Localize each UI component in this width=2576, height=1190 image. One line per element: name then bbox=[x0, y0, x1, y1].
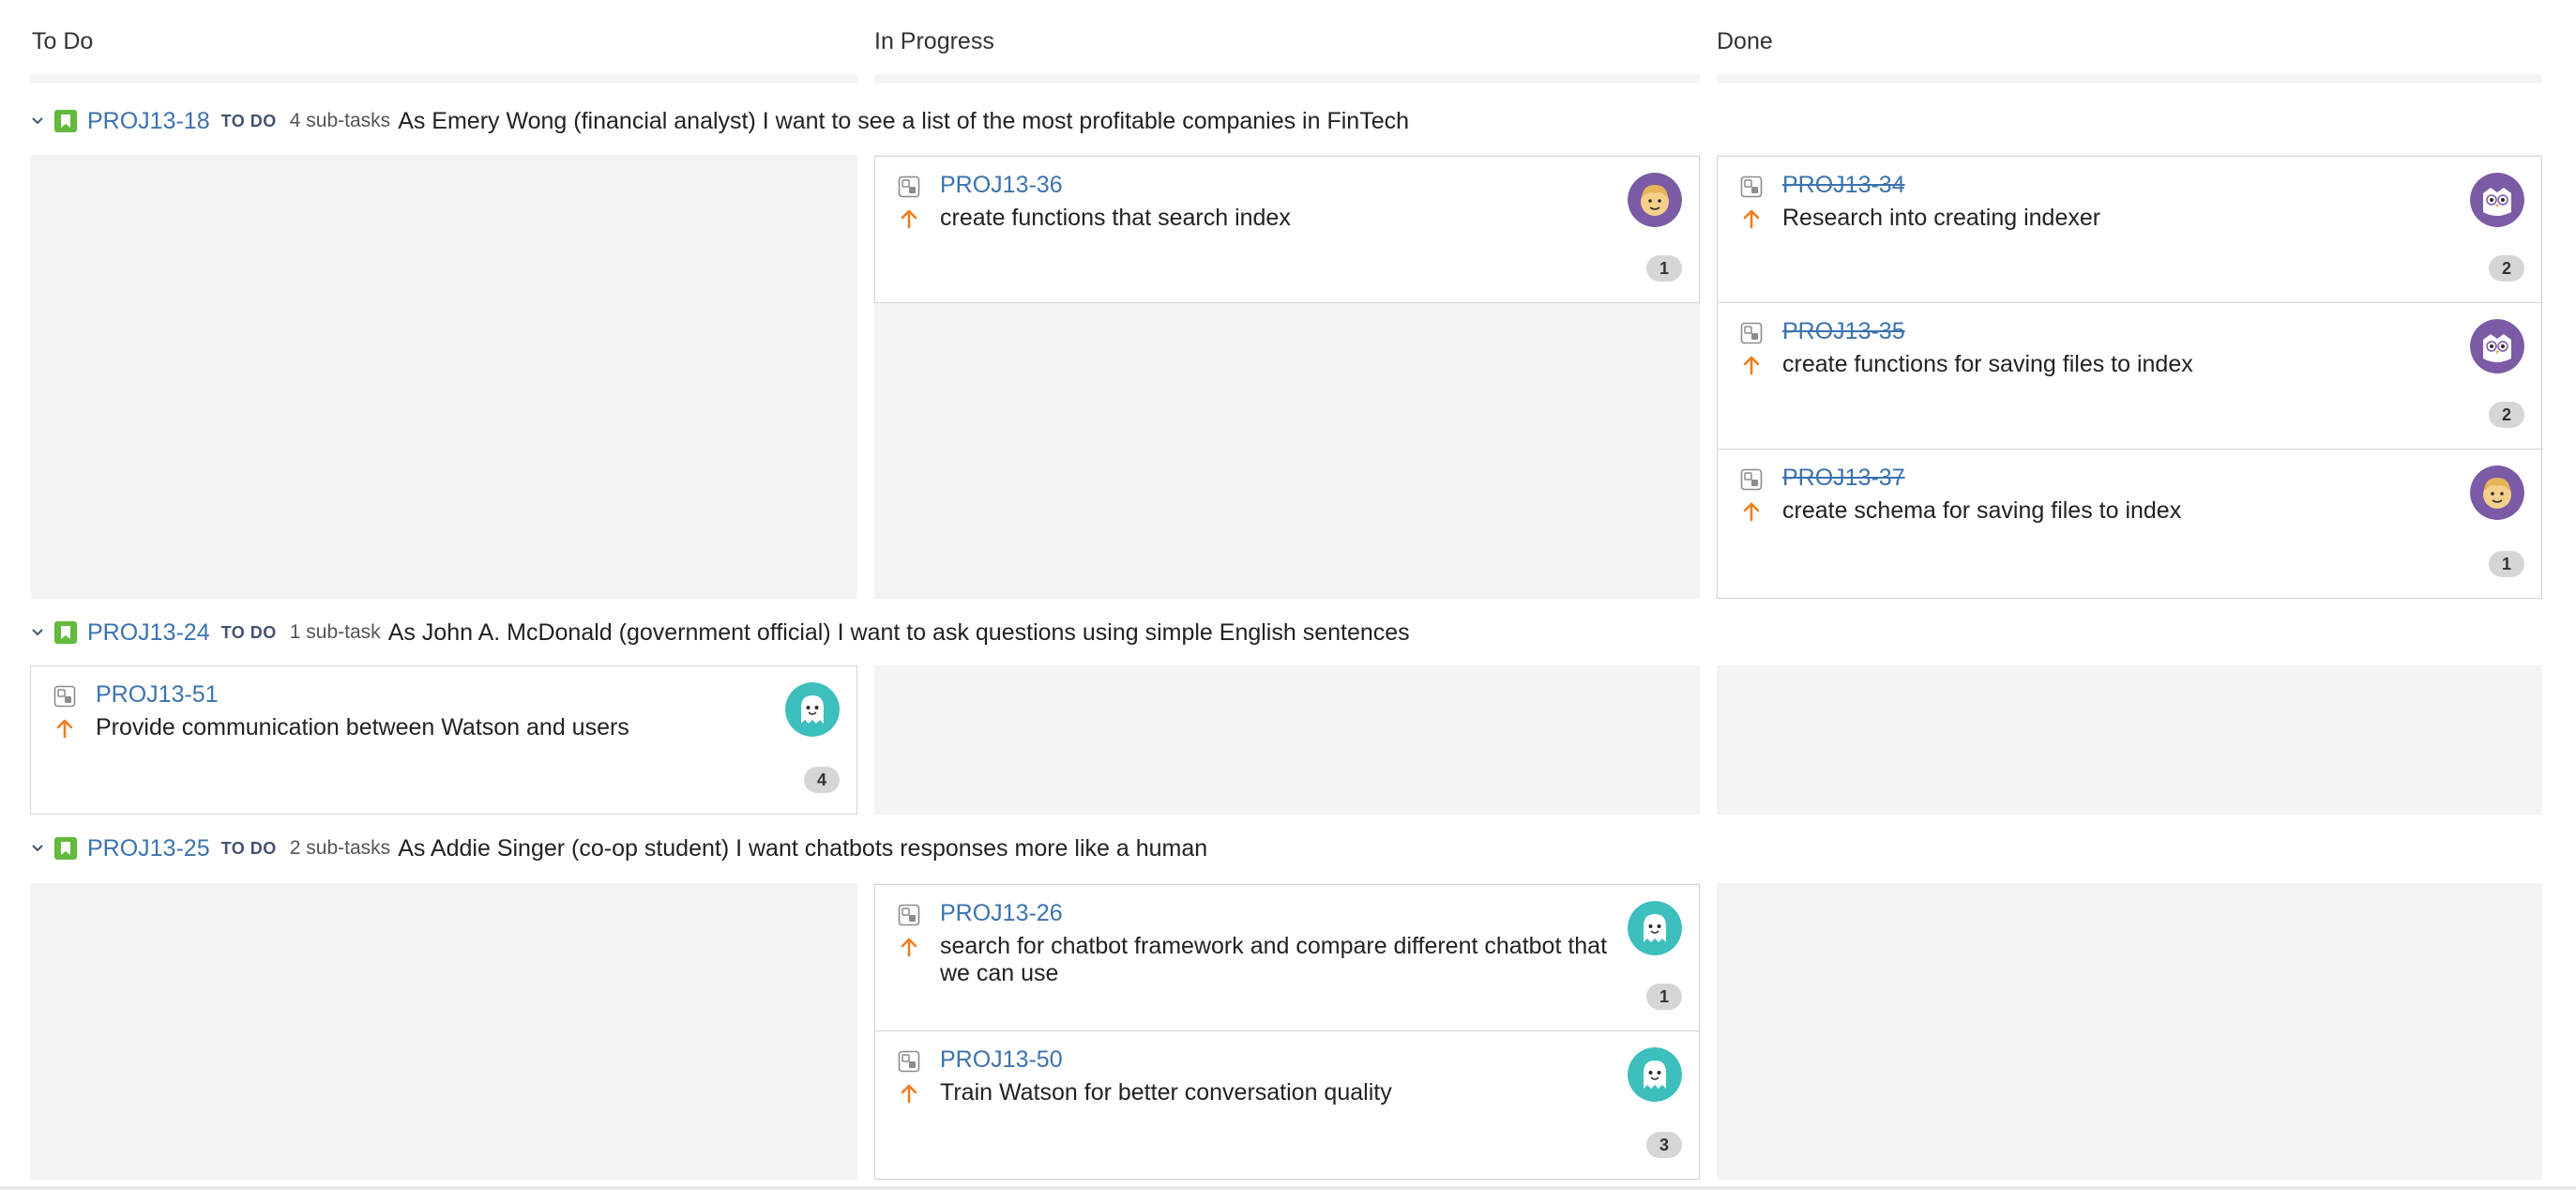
issue-card[interactable]: PROJ13-50 Train Watson for better conver… bbox=[874, 1030, 1700, 1180]
cell-in-progress-empty[interactable] bbox=[874, 665, 1700, 815]
priority-major-icon bbox=[53, 717, 76, 740]
swimlane-summary: As Addie Singer (co-op student) I want c… bbox=[398, 834, 1208, 862]
swimlane-header[interactable]: PROJ13-25 TO DO 2 sub-tasks As Addie Sin… bbox=[30, 830, 1207, 867]
avatar-teal-ghost-icon[interactable] bbox=[785, 682, 840, 737]
avatar-purple-owl-icon[interactable] bbox=[2470, 173, 2524, 227]
chevron-down-icon[interactable] bbox=[30, 114, 45, 129]
issue-card[interactable]: PROJ13-51 Provide communication between … bbox=[30, 665, 857, 815]
subtask-icon bbox=[898, 1050, 920, 1073]
subtask-icon bbox=[1740, 322, 1763, 344]
status-badge: TO DO bbox=[220, 622, 277, 642]
issue-card[interactable]: PROJ13-26 search for chatbot framework a… bbox=[874, 884, 1700, 1031]
subtask-icon bbox=[1740, 468, 1763, 491]
issue-key[interactable]: PROJ13-51 bbox=[96, 681, 219, 709]
issue-summary: create functions that search index bbox=[940, 205, 1291, 231]
subtask-icon bbox=[898, 175, 920, 198]
priority-major-icon bbox=[1740, 207, 1763, 230]
chevron-down-icon[interactable] bbox=[30, 841, 45, 856]
priority-major-icon bbox=[898, 207, 920, 230]
column-divider-done bbox=[1717, 74, 2542, 84]
issue-key[interactable]: PROJ13-35 bbox=[1782, 318, 1905, 345]
subtask-count-badge: 3 bbox=[1646, 1132, 1682, 1158]
issue-key[interactable]: PROJ13-26 bbox=[940, 900, 1063, 927]
issue-summary: search for chatbot framework and compare… bbox=[940, 933, 1608, 986]
subtask-icon bbox=[898, 904, 920, 926]
cell-done-empty[interactable] bbox=[1717, 665, 2542, 815]
issue-summary: Provide communication between Watson and… bbox=[96, 714, 629, 740]
priority-major-icon bbox=[1740, 354, 1763, 376]
issue-key[interactable]: PROJ13-34 bbox=[1782, 172, 1905, 199]
column-divider-in-progress bbox=[874, 74, 1700, 84]
issue-summary: Train Watson for better conversation qua… bbox=[940, 1079, 1392, 1106]
subtask-count-badge: 2 bbox=[2489, 402, 2524, 428]
bottom-border bbox=[0, 1186, 2576, 1190]
column-header-in-progress: In Progress bbox=[874, 28, 994, 54]
subtask-icon bbox=[53, 685, 76, 708]
subtask-count-badge: 1 bbox=[2489, 551, 2524, 577]
issue-key[interactable]: PROJ13-50 bbox=[940, 1046, 1063, 1074]
avatar-teal-ghost-icon[interactable] bbox=[1628, 901, 1682, 955]
priority-major-icon bbox=[1740, 500, 1763, 523]
swimlane-header[interactable]: PROJ13-18 TO DO 4 sub-tasks As Emery Won… bbox=[30, 102, 1409, 140]
cell-done-empty[interactable] bbox=[1717, 883, 2542, 1180]
swimlane-key[interactable]: PROJ13-18 bbox=[87, 108, 210, 135]
priority-major-icon bbox=[898, 936, 920, 958]
subtask-count-badge: 1 bbox=[1646, 255, 1682, 282]
subtask-count-badge: 4 bbox=[804, 767, 840, 793]
subtask-count-badge: 1 bbox=[1646, 984, 1682, 1010]
swimlane-summary: As Emery Wong (financial analyst) I want… bbox=[398, 107, 1409, 134]
swimlane-key[interactable]: PROJ13-25 bbox=[87, 835, 210, 862]
issue-key[interactable]: PROJ13-37 bbox=[1782, 465, 1905, 492]
chevron-down-icon[interactable] bbox=[30, 625, 45, 640]
issue-summary: Research into creating indexer bbox=[1782, 205, 2101, 231]
swimlane-summary: As John A. McDonald (government official… bbox=[387, 618, 1410, 646]
avatar-yellow-face-icon[interactable] bbox=[2470, 465, 2524, 520]
avatar-purple-owl-icon[interactable] bbox=[2470, 319, 2524, 374]
issue-summary: create schema for saving files to index bbox=[1782, 497, 2182, 524]
issue-card[interactable]: PROJ13-37 create schema for saving files… bbox=[1717, 449, 2542, 599]
column-divider-to-do bbox=[30, 74, 857, 84]
issue-card[interactable]: PROJ13-36 create functions that search i… bbox=[874, 156, 1700, 303]
swimlane-header[interactable]: PROJ13-24 TO DO 1 sub-task As John A. Mc… bbox=[30, 614, 1410, 651]
subtask-icon bbox=[1740, 175, 1763, 198]
cell-to-do-empty[interactable] bbox=[30, 883, 857, 1180]
priority-major-icon bbox=[898, 1082, 920, 1105]
story-icon bbox=[54, 837, 77, 860]
subtask-count: 1 sub-task bbox=[289, 621, 381, 643]
column-header-to-do: To Do bbox=[32, 28, 94, 54]
cell-to-do-empty[interactable] bbox=[30, 155, 857, 599]
story-icon bbox=[54, 621, 77, 644]
issue-card[interactable]: PROJ13-35 create functions for saving fi… bbox=[1717, 302, 2542, 450]
issue-summary: create functions for saving files to ind… bbox=[1782, 351, 2193, 377]
status-badge: TO DO bbox=[220, 111, 277, 130]
issue-card[interactable]: PROJ13-34 Research into creating indexer… bbox=[1717, 156, 2542, 303]
column-header-done: Done bbox=[1717, 28, 1773, 54]
subtask-count-badge: 2 bbox=[2489, 255, 2524, 282]
issue-key[interactable]: PROJ13-36 bbox=[940, 172, 1063, 199]
avatar-yellow-face-icon[interactable] bbox=[1628, 173, 1682, 227]
subtask-count: 4 sub-tasks bbox=[289, 110, 391, 131]
subtask-count: 2 sub-tasks bbox=[289, 837, 391, 859]
story-icon bbox=[54, 110, 77, 132]
status-badge: TO DO bbox=[220, 838, 277, 858]
swimlane-key[interactable]: PROJ13-24 bbox=[87, 619, 210, 647]
avatar-teal-ghost-icon[interactable] bbox=[1628, 1047, 1682, 1102]
